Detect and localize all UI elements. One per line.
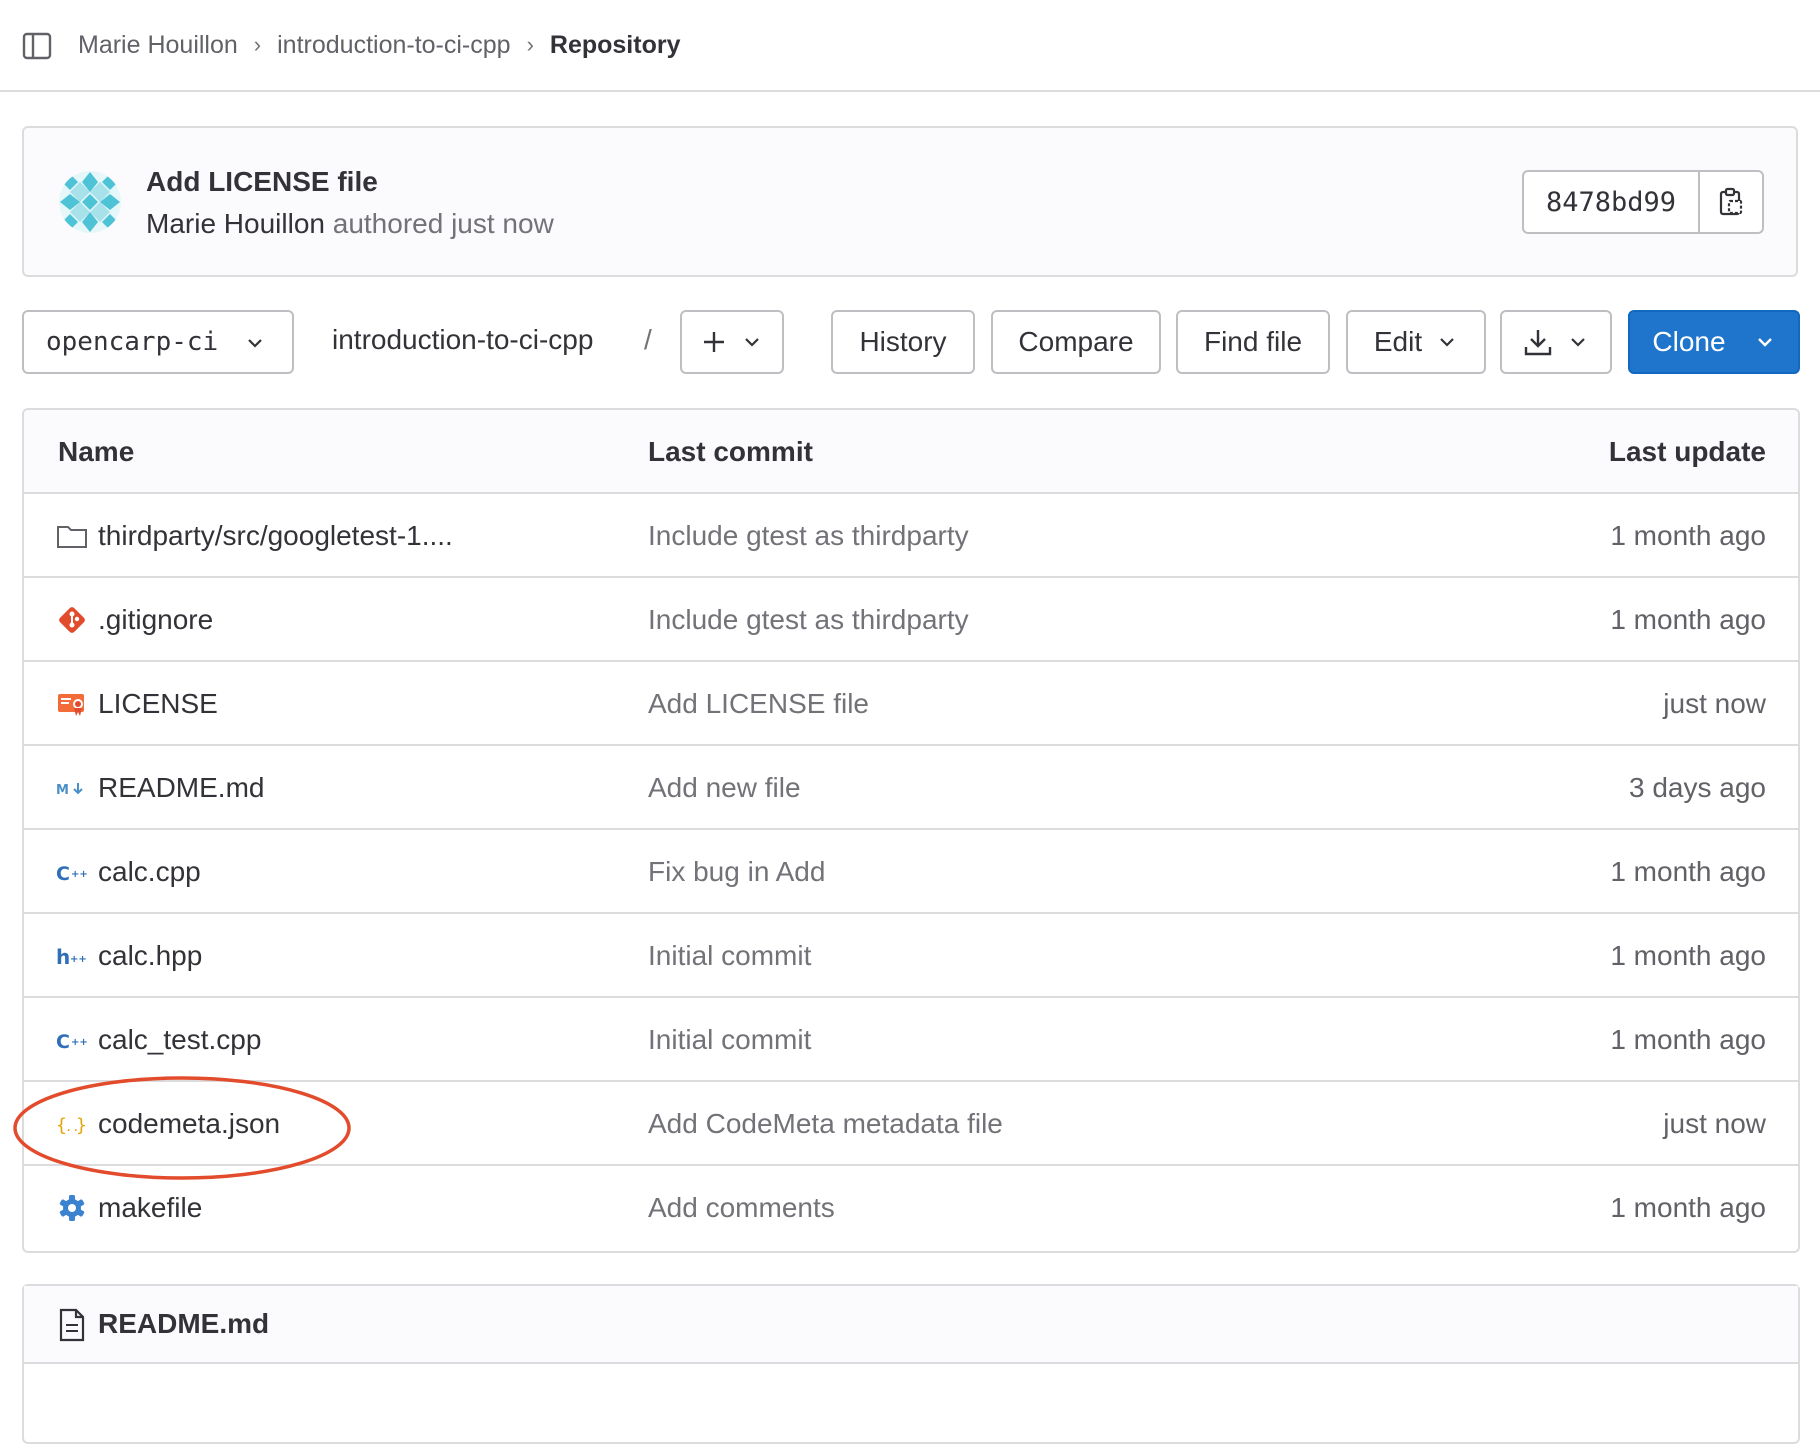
- svg-text:++: ++: [71, 1037, 88, 1048]
- readme-panel: README.md: [22, 1284, 1800, 1444]
- find-file-button[interactable]: Find file: [1176, 310, 1330, 374]
- file-last-commit[interactable]: Include gtest as thirdparty: [648, 604, 969, 636]
- last-commit-panel: Add LICENSE file Marie Houillon authored…: [22, 126, 1798, 277]
- plus-icon: [704, 332, 724, 352]
- branch-selector[interactable]: opencarp-ci: [22, 310, 294, 374]
- file-name[interactable]: README.md: [98, 772, 264, 804]
- breadcrumb-bar: Marie Houillon › introduction-to-ci-cpp …: [0, 0, 1820, 92]
- table-row[interactable]: M README.md Add new file 3 days ago: [24, 746, 1798, 830]
- svg-text:C: C: [56, 863, 70, 885]
- file-last-commit[interactable]: Add LICENSE file: [648, 688, 869, 720]
- breadcrumb-item-user[interactable]: Marie Houillon: [78, 31, 238, 60]
- file-last-commit[interactable]: Fix bug in Add: [648, 856, 825, 888]
- breadcrumb-separator: ›: [526, 32, 534, 57]
- file-last-update: just now: [1663, 688, 1766, 719]
- table-row[interactable]: h ++ calc.hpp Initial commit 1 month ago: [24, 914, 1798, 998]
- svg-text:C: C: [56, 1031, 70, 1053]
- branch-name: opencarp-ci: [46, 327, 219, 357]
- commit-authored-text: authored just now: [332, 208, 554, 239]
- table-header: Name Last commit Last update: [24, 410, 1798, 494]
- chevron-down-icon: [1440, 338, 1454, 347]
- file-name[interactable]: calc.cpp: [98, 856, 201, 888]
- file-name[interactable]: LICENSE: [98, 688, 218, 720]
- file-name[interactable]: calc.hpp: [98, 940, 202, 972]
- compare-button[interactable]: Compare: [991, 310, 1161, 374]
- avatar[interactable]: [58, 170, 122, 234]
- file-last-update: 1 month ago: [1610, 1024, 1766, 1055]
- file-last-update: just now: [1663, 1108, 1766, 1139]
- file-name[interactable]: thirdparty/src/googletest-1....: [98, 520, 453, 552]
- cpp-icon: C ++: [56, 856, 88, 888]
- chevron-down-icon: [1571, 338, 1585, 347]
- svg-text:M: M: [56, 783, 69, 798]
- license-icon: [56, 688, 88, 720]
- breadcrumb-separator: ›: [253, 32, 262, 57]
- commit-sha[interactable]: 8478bd99: [1524, 172, 1700, 232]
- path-root[interactable]: introduction-to-ci-cpp: [332, 324, 593, 356]
- file-last-update: 1 month ago: [1610, 856, 1766, 887]
- edit-dropdown-button[interactable]: Edit: [1346, 310, 1486, 374]
- svg-text:++: ++: [70, 954, 87, 965]
- table-row[interactable]: C ++ calc.cpp Fix bug in Add 1 month ago: [24, 830, 1798, 914]
- file-last-commit[interactable]: Initial commit: [648, 1024, 811, 1056]
- file-last-commit[interactable]: Initial commit: [648, 940, 811, 972]
- file-name[interactable]: .gitignore: [98, 604, 213, 636]
- history-button[interactable]: History: [831, 310, 975, 374]
- column-header-last-update: Last update: [1608, 436, 1766, 467]
- clone-dropdown-button[interactable]: Clone: [1628, 310, 1800, 374]
- file-last-commit[interactable]: Include gtest as thirdparty: [648, 520, 969, 552]
- commit-meta: Marie Houillon authored just now: [146, 208, 554, 240]
- file-last-commit[interactable]: Add new file: [648, 772, 801, 804]
- markdown-icon: M: [56, 772, 88, 804]
- file-name[interactable]: makefile: [98, 1192, 202, 1224]
- file-last-update: 3 days ago: [1629, 772, 1766, 803]
- chevron-down-icon: [745, 338, 759, 347]
- table-row[interactable]: C ++ calc_test.cpp Initial commit 1 month…: [24, 998, 1798, 1082]
- table-row[interactable]: .gitignore Include gtest as thirdparty 1…: [24, 578, 1798, 662]
- download-icon: [1524, 330, 1552, 356]
- commit-sha-group: 8478bd99: [1521, 170, 1764, 234]
- table-row[interactable]: LICENSE Add LICENSE file just now: [24, 662, 1798, 746]
- breadcrumb-item-project[interactable]: introduction-to-ci-cpp: [277, 31, 510, 60]
- cpp-icon: C ++: [56, 1024, 88, 1056]
- svg-text:h: h: [56, 945, 70, 969]
- copy-sha-button[interactable]: [1700, 172, 1762, 232]
- readme-title[interactable]: README.md: [98, 1308, 269, 1340]
- edit-label: Edit: [1373, 326, 1423, 357]
- download-dropdown-button[interactable]: [1500, 310, 1612, 374]
- add-file-dropdown-button[interactable]: [680, 310, 784, 374]
- clone-label: Clone: [1652, 326, 1726, 357]
- gear-icon: [56, 1192, 88, 1224]
- clipboard-icon: [1719, 187, 1743, 216]
- commit-author[interactable]: Marie Houillon: [146, 208, 325, 239]
- breadcrumb-item-current[interactable]: Repository: [550, 31, 681, 60]
- highlight-annotation: [13, 1076, 351, 1180]
- svg-text:++: ++: [71, 869, 88, 880]
- file-last-commit[interactable]: Add CodeMeta metadata file: [648, 1108, 1003, 1140]
- column-header-last-commit: Last commit: [648, 436, 813, 467]
- file-last-update: 1 month ago: [1610, 520, 1766, 551]
- file-last-update: 1 month ago: [1610, 1192, 1766, 1223]
- chevron-down-icon: [1757, 338, 1772, 347]
- readme-header: README.md: [24, 1286, 1798, 1364]
- file-last-update: 1 month ago: [1610, 940, 1766, 971]
- file-name[interactable]: calc_test.cpp: [98, 1024, 261, 1056]
- folder-icon: [56, 520, 88, 552]
- breadcrumb: Marie Houillon › introduction-to-ci-cpp …: [78, 0, 680, 90]
- sidebar-toggle-icon[interactable]: [22, 31, 52, 61]
- repository-toolbar: opencarp-ci introduction-to-ci-cpp / His…: [22, 310, 1800, 374]
- column-header-name: Name: [58, 436, 135, 467]
- file-last-commit[interactable]: Add comments: [648, 1192, 835, 1224]
- file-icon: [58, 1308, 86, 1342]
- commit-title[interactable]: Add LICENSE file: [146, 166, 378, 198]
- file-last-update: 1 month ago: [1610, 604, 1766, 635]
- git-icon: [56, 604, 88, 636]
- path-separator: /: [644, 324, 652, 355]
- table-row[interactable]: thirdparty/src/googletest-1.... Include …: [24, 494, 1798, 578]
- chevron-down-icon: [248, 339, 262, 348]
- hpp-icon: h ++: [56, 940, 88, 972]
